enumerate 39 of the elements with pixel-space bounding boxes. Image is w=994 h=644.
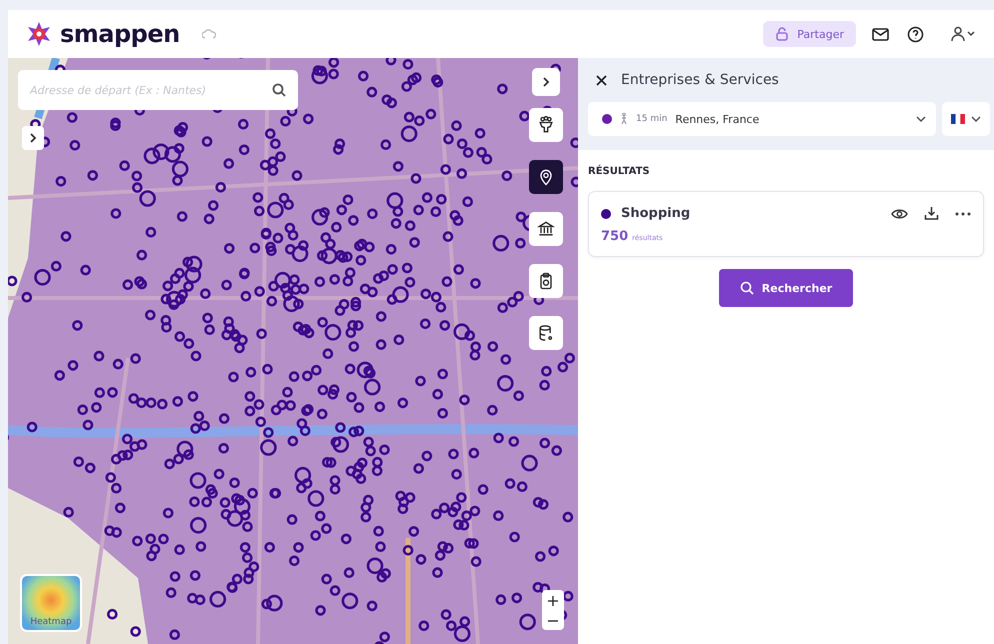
expand-sidebar-button[interactable] xyxy=(22,126,44,150)
results-heading: RÉSULTATS xyxy=(588,166,651,177)
map-tool-button[interactable] xyxy=(529,160,563,194)
place-text: Rennes, France xyxy=(675,112,760,126)
search-icon xyxy=(740,281,754,295)
walking-icon xyxy=(620,113,628,125)
duration-text: 15 min xyxy=(636,114,668,124)
flag-icon xyxy=(951,114,965,124)
heatmap-toggle[interactable]: Heatmap xyxy=(20,574,82,632)
download-icon[interactable] xyxy=(924,206,939,221)
chevron-right-icon xyxy=(29,133,37,143)
map-tool-button[interactable] xyxy=(529,264,563,298)
zoom-out-button[interactable]: − xyxy=(542,610,564,630)
help-icon[interactable] xyxy=(907,26,924,42)
user-menu-icon[interactable] xyxy=(950,26,976,42)
map-tool-button[interactable] xyxy=(529,212,563,246)
search-button[interactable]: Rechercher xyxy=(719,269,853,307)
cloud-sync-icon xyxy=(202,28,216,40)
expand-panel-button[interactable] xyxy=(532,68,560,96)
zoom-in-button[interactable]: + xyxy=(542,590,564,610)
logo-icon xyxy=(26,21,52,47)
result-count: 750 xyxy=(601,229,628,244)
map-tool-button[interactable] xyxy=(529,316,563,350)
chevron-right-icon xyxy=(542,77,550,87)
result-name: Shopping xyxy=(621,206,692,221)
close-icon[interactable] xyxy=(596,74,607,86)
logo-text: smappen xyxy=(60,20,180,48)
lock-icon xyxy=(775,27,790,41)
chevron-down-icon xyxy=(916,116,926,122)
eye-icon[interactable] xyxy=(891,208,908,220)
more-icon[interactable] xyxy=(955,212,971,216)
area-select[interactable]: 15 min Rennes, France xyxy=(588,102,936,136)
map-tool-button[interactable] xyxy=(529,108,563,142)
language-select[interactable] xyxy=(942,102,990,136)
chevron-down-icon xyxy=(971,116,981,122)
panel-title: Entreprises & Services xyxy=(621,72,779,88)
mail-icon[interactable] xyxy=(872,28,889,40)
search-icon[interactable] xyxy=(272,83,286,97)
share-button[interactable]: Partager xyxy=(763,21,856,47)
